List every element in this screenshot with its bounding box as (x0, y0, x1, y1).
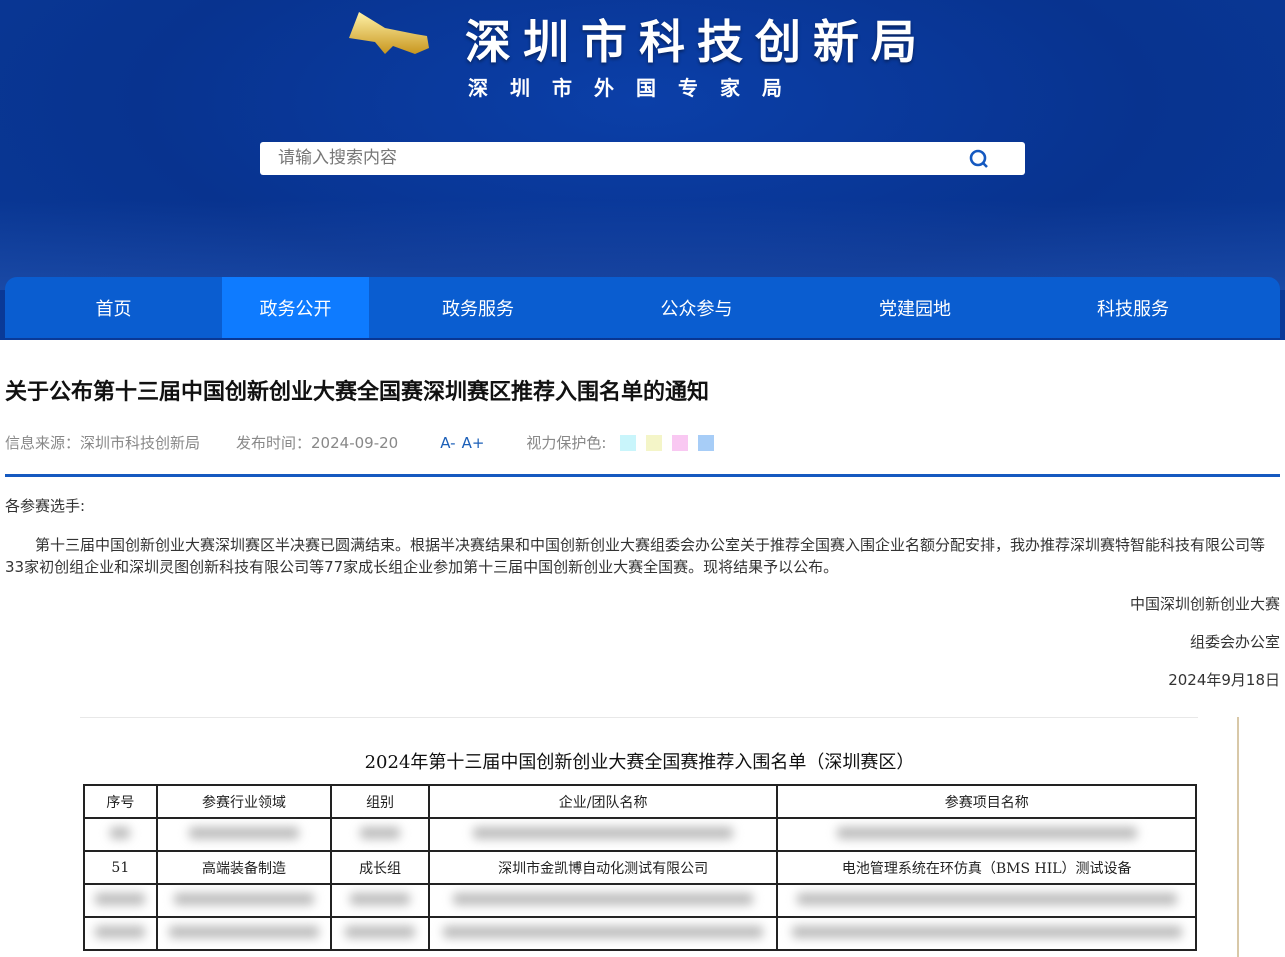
signature-office: 组委会办公室 (5, 631, 1280, 653)
nav-tech-services[interactable]: 科技服务 (1024, 277, 1242, 338)
signature-org: 中国深圳创新创业大赛 (5, 593, 1280, 615)
table-row: 51 高端装备制造 成长组 深圳市金凯博自动化测试有限公司 电池管理系统在环仿真… (84, 851, 1196, 884)
main-nav: 首页 政务公开 政务服务 公众参与 党建园地 科技服务 (5, 277, 1280, 338)
nav-public-participation[interactable]: 公众参与 (587, 277, 806, 338)
eye-care-label: 视力保护色: (526, 432, 606, 453)
table-title: 2024年第十三届中国创新创业大赛全国赛推荐入围名单（深圳赛区） (83, 748, 1196, 774)
bull-logo-icon (345, 8, 435, 58)
divider (5, 474, 1280, 477)
eye-color-pink[interactable] (672, 435, 688, 451)
article-paragraph: 第十三届中国创新创业大赛深圳赛区半决赛已圆满结束。根据半决赛结果和中国创新创业大… (5, 534, 1280, 578)
article-meta: 信息来源：深圳市科技创新局 发布时间：2024-09-20 A- A+ 视力保护… (5, 432, 714, 453)
search-bar (260, 142, 1025, 175)
col-header: 参赛行业领域 (157, 785, 332, 818)
salutation: 各参赛选手: (5, 495, 1280, 517)
eye-color-yellow[interactable] (646, 435, 662, 451)
cell-group: 成长组 (331, 851, 429, 884)
table-row-blurred (84, 917, 1196, 950)
site-subtitle: 深圳市外国专家局 (468, 72, 804, 101)
publish-date: 发布时间：2024-09-20 (236, 432, 398, 453)
nav-government-affairs-open[interactable]: 政务公开 (222, 277, 369, 338)
site-title: 深圳市科技创新局 (465, 6, 929, 72)
cell-project: 电池管理系统在环仿真（BMS HIL）测试设备 (777, 851, 1196, 884)
search-icon[interactable] (969, 149, 989, 169)
table-row-blurred (84, 818, 1196, 851)
col-header: 企业/团队名称 (429, 785, 778, 818)
table-row-blurred (84, 884, 1196, 917)
article-title: 关于公布第十三届中国创新创业大赛全国赛深圳赛区推荐入围名单的通知 (5, 374, 709, 406)
search-input[interactable] (278, 146, 928, 170)
col-header: 参赛项目名称 (777, 785, 1196, 818)
article-source: 信息来源：深圳市科技创新局 (5, 432, 200, 453)
nav-party-building[interactable]: 党建园地 (806, 277, 1024, 338)
table-header-row: 序号 参赛行业领域 组别 企业/团队名称 参赛项目名称 (84, 785, 1196, 818)
cell-industry: 高端装备制造 (157, 851, 332, 884)
nav-home[interactable]: 首页 (5, 277, 222, 338)
nominee-table: 序号 参赛行业领域 组别 企业/团队名称 参赛项目名称 51 高端装备制造 成长… (83, 784, 1197, 951)
font-decrease-button[interactable]: A- (440, 434, 455, 452)
image-frame-side (1237, 717, 1239, 957)
cell-index: 51 (84, 851, 157, 884)
nav-government-services[interactable]: 政务服务 (369, 277, 587, 338)
col-header: 组别 (331, 785, 429, 818)
signature-date: 2024年9月18日 (5, 669, 1280, 691)
eye-color-cyan[interactable] (620, 435, 636, 451)
image-frame-top (80, 717, 1198, 718)
cell-company: 深圳市金凯博自动化测试有限公司 (429, 851, 778, 884)
eye-color-blue[interactable] (698, 435, 714, 451)
col-header: 序号 (84, 785, 157, 818)
font-increase-button[interactable]: A+ (462, 434, 485, 452)
